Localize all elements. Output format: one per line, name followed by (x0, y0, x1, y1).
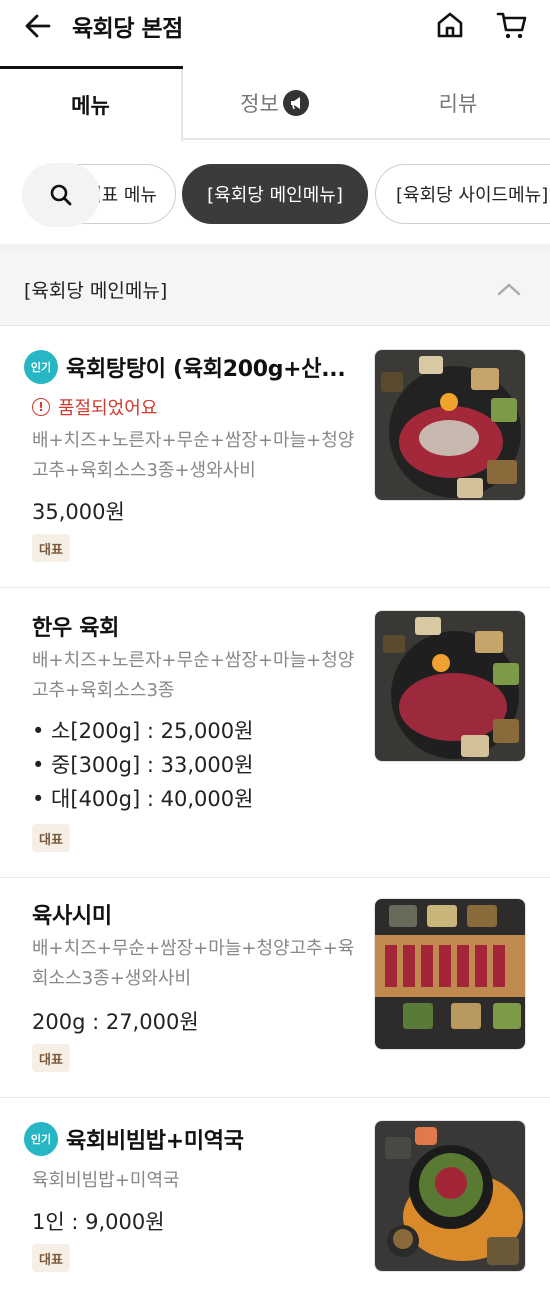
tab-label: 메뉴 (71, 94, 110, 118)
price-option: • 중[300g] : 33,000원 (32, 753, 254, 777)
top-bar: 육회당 본점 (0, 0, 550, 52)
tab-info[interactable]: 정보 (183, 66, 366, 140)
item-description: 배+치즈+노른자+무순+쌈장+마늘+청양고추+육회소스3종+생와사비 (32, 430, 355, 481)
item-description: 배+치즈+노른자+무순+쌈장+마늘+청양고추+육회소스3종 (32, 650, 355, 701)
item-name: 한우 육회 (32, 616, 120, 641)
chevron-up-icon (497, 283, 521, 296)
representative-tag: 대표 (32, 1044, 70, 1072)
arrow-left-icon (25, 14, 51, 38)
representative-tag: 대표 (32, 1244, 70, 1272)
item-name: 육회탕탕이 (육회200g+산... (66, 357, 346, 382)
popular-badge: 인기 (24, 1122, 58, 1156)
tab-label: 정보 (240, 92, 279, 116)
soldout-text: 품절되었어요 (58, 398, 158, 419)
tab-menu[interactable]: 메뉴 (0, 66, 183, 142)
home-button[interactable] (433, 8, 467, 42)
food-photo (374, 1120, 526, 1272)
store-title: 육회당 본점 (72, 16, 183, 42)
cart-button[interactable] (495, 8, 529, 42)
representative-tag: 대표 (32, 824, 70, 852)
menu-item[interactable]: 인기 육회탕탕이 (육회200g+산... ! 품절되었어요 배+치즈+노른자+… (0, 326, 550, 588)
soldout-notice: ! 품절되었어요 (32, 394, 157, 420)
tab-bar: 메뉴 정보 리뷰 (0, 66, 550, 142)
item-name: 육사시미 (32, 904, 112, 929)
back-button[interactable] (22, 10, 54, 42)
item-name-row: 인기 육회탕탕이 (육회200g+산... (24, 350, 346, 384)
cart-icon (496, 12, 527, 39)
menu-item[interactable]: 육사시미 배+치즈+무순+쌈장+마늘+청양고추+육회소스3종+생와사비 200g… (0, 878, 550, 1098)
menu-item[interactable]: 인기 육회비빔밥+미역국 육회비빔밥+미역국 1인 : 9,000원 대표 (0, 1098, 550, 1290)
chip-side-menu[interactable]: [육회당 사이드메뉴] (375, 164, 550, 224)
chip-label: [육회당 사이드메뉴] (396, 185, 549, 206)
search-icon (50, 184, 72, 206)
chip-label: [육회당 메인메뉴] (207, 185, 343, 206)
home-icon (437, 12, 463, 38)
tab-review[interactable]: 리뷰 (366, 66, 550, 140)
collapse-button[interactable] (494, 274, 524, 304)
menu-search-button[interactable] (22, 163, 100, 227)
price-option: • 대[400g] : 40,000원 (32, 787, 254, 811)
tab-label: 리뷰 (438, 92, 478, 116)
food-photo (374, 349, 526, 501)
item-price: 200g : 27,000원 (32, 1010, 199, 1034)
food-photo (374, 898, 526, 1050)
category-chip-row: 대표 메뉴 [육회당 메인메뉴] [육회당 사이드메뉴] (0, 150, 550, 240)
item-price: 1인 : 9,000원 (32, 1210, 165, 1234)
alert-icon: ! (32, 398, 50, 416)
food-photo (374, 610, 526, 762)
price-options: • 소[200g] : 25,000원 • 중[300g] : 33,000원 … (32, 714, 253, 816)
megaphone-icon (282, 90, 309, 116)
chip-main-menu[interactable]: [육회당 메인메뉴] (182, 164, 368, 224)
item-price: 35,000원 (32, 500, 125, 524)
section-title: [육회당 메인메뉴] (24, 280, 168, 302)
representative-tag: 대표 (32, 534, 70, 562)
item-name-row: 인기 육회비빔밥+미역국 (24, 1122, 244, 1156)
price-option: • 소[200g] : 25,000원 (32, 719, 254, 743)
item-name-row: 한우 육회 (32, 610, 119, 642)
item-description: 육회비빔밥+미역국 (32, 1170, 180, 1191)
item-description: 배+치즈+무순+쌈장+마늘+청양고추+육회소스3종+생와사비 (32, 938, 355, 989)
popular-badge: 인기 (24, 350, 58, 384)
item-name-row: 육사시미 (32, 898, 112, 930)
item-name: 육회비빔밥+미역국 (66, 1129, 244, 1154)
section-header[interactable]: [육회당 메인메뉴] (0, 250, 550, 326)
menu-item[interactable]: 한우 육회 배+치즈+노른자+무순+쌈장+마늘+청양고추+육회소스3종 • 소[… (0, 588, 550, 878)
